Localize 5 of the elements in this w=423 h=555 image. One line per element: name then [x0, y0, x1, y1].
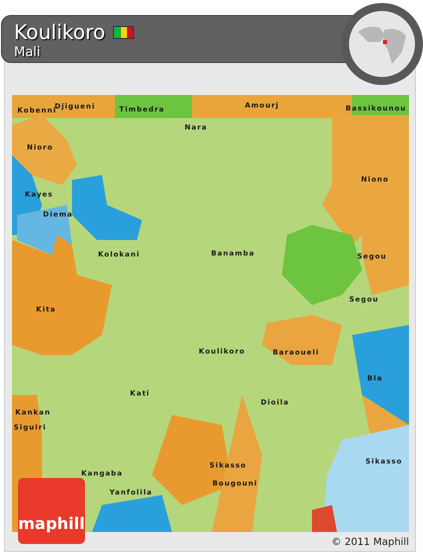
region-title: Koulikoro — [14, 19, 106, 45]
flag-icon — [113, 26, 134, 38]
brand-logo: maphill — [18, 478, 85, 544]
country-subtitle: Mali — [14, 45, 42, 60]
copyright-text: © 2011 Maphill — [331, 536, 409, 550]
